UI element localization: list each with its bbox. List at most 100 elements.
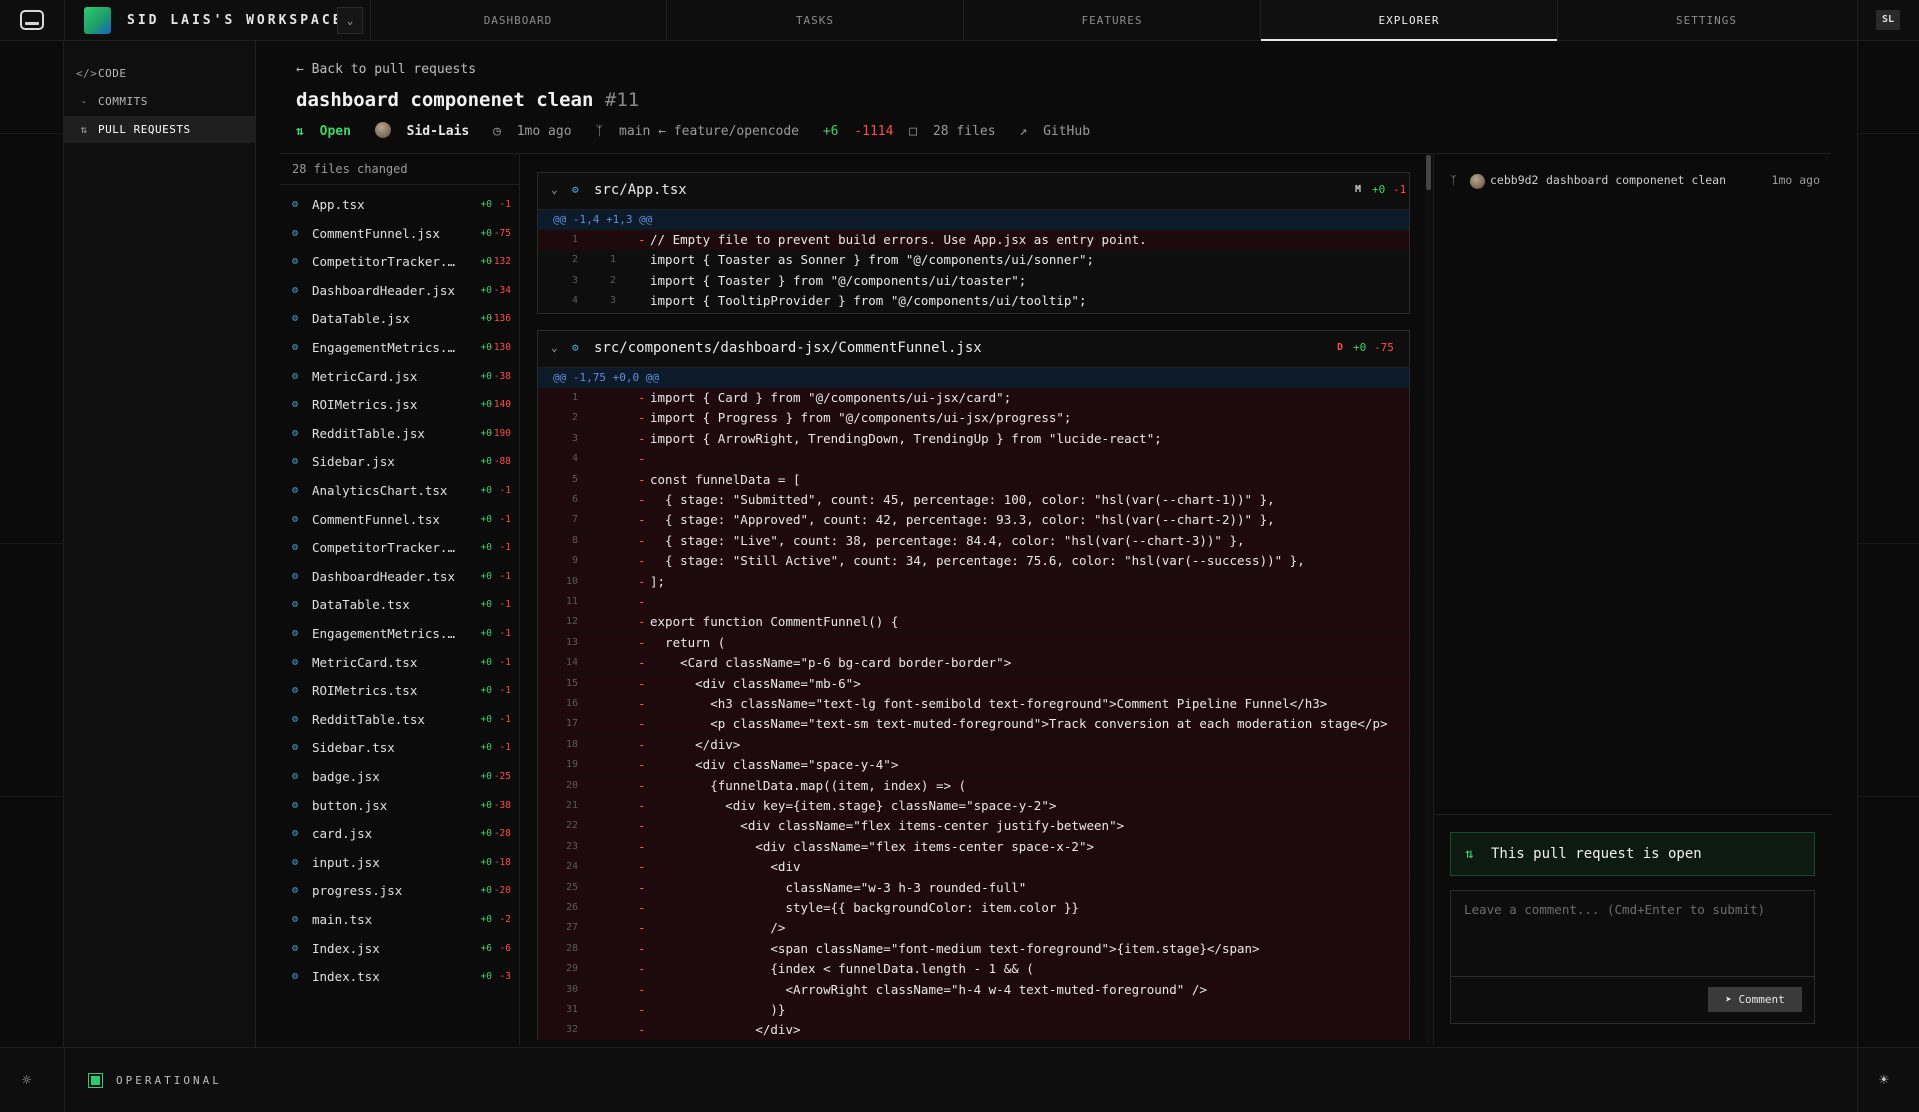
file-list-item[interactable]: ⚙ CommentFunnel.tsx +0 -1 <box>280 506 520 534</box>
file-list-item[interactable]: ⚙ CompetitorTracker.tsx +0 -1 <box>280 534 520 562</box>
file-list-item[interactable]: ⚙ MetricCard.tsx +0 -1 <box>280 649 520 677</box>
file-list-item[interactable]: ⚙ main.tsx +0 -2 <box>280 906 520 934</box>
file-list-item[interactable]: ⚙ RedditTable.tsx +0 -1 <box>280 706 520 734</box>
file-list-item[interactable]: ⚙ CompetitorTracker.jsx +0 -132 <box>280 248 520 276</box>
react-file-icon: ⚙ <box>292 656 299 668</box>
file-list-item[interactable]: ⚙ progress.jsx +0 -20 <box>280 877 520 905</box>
pr-state-badge: ⇅ Open <box>296 124 359 139</box>
file-list-item[interactable]: ⚙ ROIMetrics.tsx +0 -1 <box>280 677 520 705</box>
file-deletions: -140 <box>488 399 511 411</box>
file-list-item[interactable]: ⚙ DataTable.jsx +0 -136 <box>280 305 520 333</box>
sidebar-item-pull-requests[interactable]: ⇅ PULL REQUESTS <box>64 116 255 143</box>
sidebar-item-code[interactable]: </> CODE <box>64 60 255 87</box>
comment-input[interactable] <box>1451 891 1814 976</box>
diff-scrollbar-thumb[interactable] <box>1426 155 1431 190</box>
theme-toggle-sun-icon[interactable]: ☀ <box>1879 1070 1889 1089</box>
pull-request-icon: ⇅ <box>80 123 88 136</box>
diff-marker: - <box>638 553 646 569</box>
file-list-item[interactable]: ⚙ card.jsx +0 -28 <box>280 820 520 848</box>
file-list-item[interactable]: ⚙ button.jsx +0 -38 <box>280 792 520 820</box>
github-link[interactable]: ↗ GitHub <box>1019 124 1098 139</box>
old-line-number: 16 <box>565 698 578 709</box>
code-text: <Card className="p-6 bg-card border-bord… <box>650 655 1012 671</box>
file-list-item[interactable]: ⚙ DashboardHeader.jsx +0 -34 <box>280 277 520 305</box>
diff-marker: - <box>638 859 646 875</box>
diff-line: 12 - export function CommentFunnel() { <box>538 612 1409 633</box>
code-text: <div className="flex items-center space-… <box>650 838 1095 854</box>
react-file-icon: ⚙ <box>292 256 299 268</box>
tab-dashboard[interactable]: DASHBOARD <box>370 0 667 41</box>
file-additions: +0 <box>480 685 492 697</box>
file-list-item[interactable]: ⚙ badge.jsx +0 -25 <box>280 763 520 791</box>
old-line-number: 8 <box>571 534 578 546</box>
old-line-number: 10 <box>565 575 578 587</box>
workspace-switcher-chevron-down-icon[interactable]: ⌄ <box>337 7 363 34</box>
file-list-item[interactable]: ⚙ Index.tsx +0 -3 <box>280 963 520 991</box>
chevron-down-icon[interactable]: ⌄ <box>551 341 558 354</box>
file-list-item[interactable]: ⚙ AnalyticsChart.tsx +0 -1 <box>280 477 520 505</box>
changed-files-panel: 28 files changed ⚙ App.tsx +0 -1 ⚙ CommentFun… <box>280 154 520 1046</box>
new-line-number: 3 <box>609 295 616 307</box>
status-label: OPERATIONAL <box>116 1074 222 1087</box>
file-additions: +0 <box>480 856 492 868</box>
file-deletions: -38 <box>493 370 511 382</box>
diff-marker: - <box>638 573 646 589</box>
file-name: AnalyticsChart.tsx <box>312 483 448 498</box>
code-text: import { ArrowRight, TrendingDown, Trend… <box>650 430 1162 446</box>
diff-marker: - <box>638 410 646 426</box>
diff-line: 17 - <p className="text-sm text-muted-for… <box>538 714 1409 735</box>
file-list-item[interactable]: ⚙ Index.jsx +6 -6 <box>280 935 520 963</box>
workspace-name: SID LAIS'S WORKSPACE <box>127 13 344 28</box>
file-list-item[interactable]: ⚙ Sidebar.tsx +0 -1 <box>280 734 520 762</box>
tab-settings[interactable]: SETTINGS <box>1558 0 1855 41</box>
file-list-item[interactable]: ⚙ MetricCard.jsx +0 -38 <box>280 363 520 391</box>
tab-tasks[interactable]: TASKS <box>667 0 964 41</box>
old-line-number: 31 <box>565 1004 578 1015</box>
old-line-number: 6 <box>571 494 578 505</box>
code-text: <div <box>650 859 801 875</box>
file-list-item[interactable]: ⚙ DataTable.tsx +0 -1 <box>280 591 520 619</box>
diff-marker: - <box>638 777 646 793</box>
file-list-item[interactable]: ⚙ ROIMetrics.jsx +0 -140 <box>280 391 520 419</box>
file-list-item[interactable]: ⚙ CommentFunnel.jsx +0 -75 <box>280 220 520 248</box>
sidebar-item-commits[interactable]: -o- COMMITS <box>64 88 255 135</box>
file-list-item[interactable]: ⚙ Sidebar.jsx +0 -88 <box>280 448 520 476</box>
file-list-item[interactable]: ⚙ RedditTable.jsx +0 -190 <box>280 420 520 448</box>
file-list-item[interactable]: ⚙ DashboardHeader.tsx +0 -1 <box>280 563 520 591</box>
github-link-label: GitHub <box>1043 124 1091 139</box>
author: Sid-Lais <box>374 122 477 139</box>
file-list-item[interactable]: ⚙ EngagementMetrics.jsx +0 -130 <box>280 334 520 362</box>
app-logo-icon[interactable] <box>20 10 44 30</box>
chat-icon[interactable]: ☼ <box>22 1071 31 1089</box>
file-list-item[interactable]: ⚙ input.jsx +0 -18 <box>280 849 520 877</box>
file-list-item[interactable]: ⚙ App.tsx +0 -1 <box>280 191 520 219</box>
diff-line: 31 - )} <box>538 1000 1409 1020</box>
file-name: EngagementMetrics.tsx <box>312 626 455 641</box>
user-avatar[interactable]: SL <box>1876 10 1900 30</box>
code-text: /> <box>650 920 786 936</box>
tab-features[interactable]: FEATURES <box>964 0 1261 41</box>
old-line-number: 5 <box>571 473 578 485</box>
diff-scrollbar[interactable] <box>1426 154 1431 1046</box>
file-name: Sidebar.jsx <box>312 454 395 470</box>
diff-header[interactable]: ⌄ ⚙ src/components/dashboard-jsx/Comment… <box>538 331 1409 368</box>
file-name: MetricCard.jsx <box>312 368 418 384</box>
react-file-icon: ⚙ <box>292 542 299 554</box>
code-text: <div className="flex items-center justif… <box>650 818 1125 834</box>
diff-line: 20 - {funnelData.map((item, index) => ( <box>538 775 1409 796</box>
diff-line: 3 - import { ArrowRight, TrendingDown, Tre… <box>538 428 1409 449</box>
diff-header[interactable]: ⌄ ⚙ src/App.tsx M +0 -1 <box>538 173 1409 210</box>
file-deletions: -75 <box>493 227 511 239</box>
file-name: progress.jsx <box>312 883 403 899</box>
chevron-down-icon[interactable]: ⌄ <box>551 183 558 196</box>
diff-status-badge: D <box>1337 342 1344 353</box>
file-list-item[interactable]: ⚙ EngagementMetrics.tsx +0 -1 <box>280 620 520 648</box>
back-to-pull-requests-link[interactable]: ← Back to pull requests <box>296 62 476 77</box>
external-link-icon: ↗ <box>1019 124 1028 139</box>
comment-button[interactable]: ➤ Comment <box>1708 987 1802 1012</box>
tab-explorer[interactable]: EXPLORER <box>1261 0 1558 41</box>
diff-marker: - <box>638 512 646 528</box>
react-file-icon: ⚙ <box>292 856 299 868</box>
code-text: )} <box>650 1002 786 1017</box>
commit-row[interactable]: ᛉ cebb9d2 dashboard componenet clean 1mo… <box>1450 173 1820 191</box>
